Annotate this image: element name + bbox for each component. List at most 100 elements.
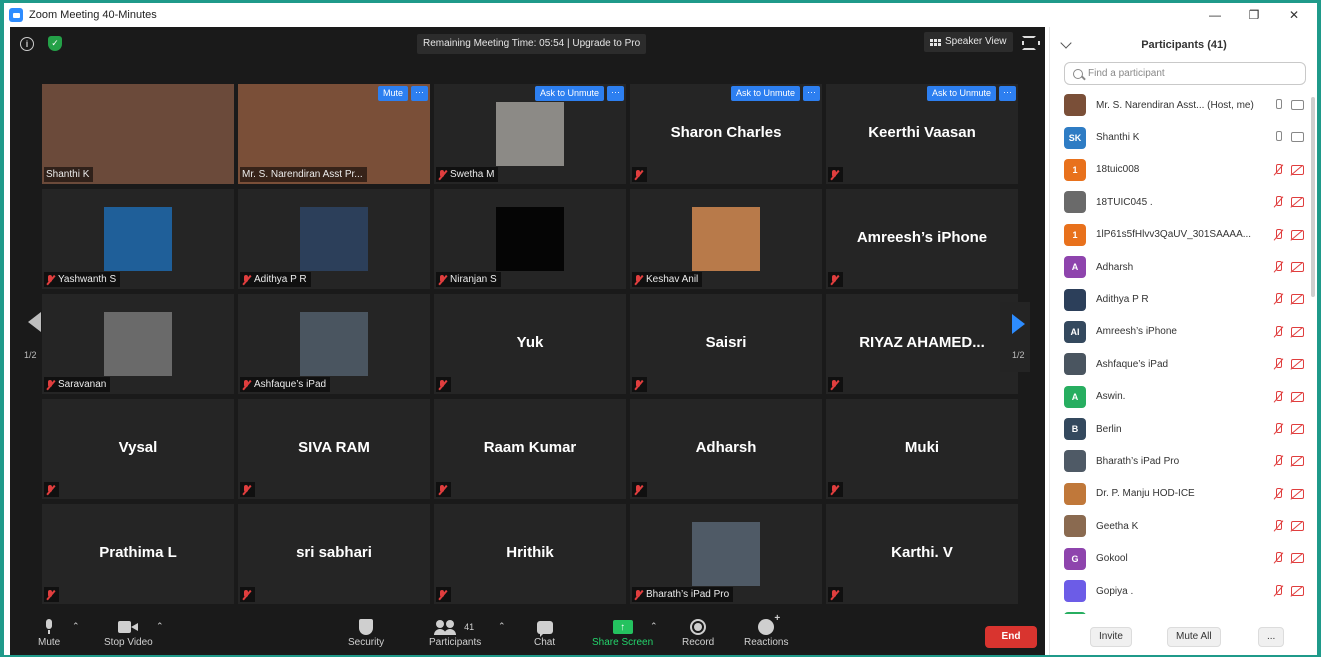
video-tile[interactable]: Keshav Anil — [630, 189, 822, 289]
video-tile[interactable]: Sharon Charles Ask to Unmute ··· — [630, 84, 822, 184]
participant-search-box[interactable] — [1064, 62, 1306, 85]
muted-mic-icon[interactable] — [1273, 552, 1283, 564]
video-tile[interactable]: Amreesh’s iPhone — [826, 189, 1018, 289]
video-tile[interactable]: Hrithik — [434, 504, 626, 604]
more-icon[interactable]: ··· — [411, 86, 428, 101]
fullscreen-icon[interactable] — [1022, 36, 1040, 50]
participant-row[interactable]: Adithya P R — [1050, 283, 1308, 315]
more-icon[interactable]: ··· — [607, 86, 624, 101]
participant-row[interactable]: 18TUIC045 . — [1050, 186, 1308, 218]
video-tile[interactable]: Saravanan — [42, 294, 234, 394]
muted-mic-icon[interactable] — [1273, 196, 1283, 208]
mute-all-button[interactable]: Mute All — [1167, 627, 1221, 647]
video-tile[interactable]: Mr. S. Narendiran Asst Pr... Mute ··· — [238, 84, 430, 184]
video-tile[interactable]: Yuk — [434, 294, 626, 394]
muted-mic-icon[interactable] — [1273, 422, 1283, 435]
participant-row[interactable]: B Berlin — [1050, 413, 1308, 445]
reactions-icon — [758, 613, 780, 635]
video-tile[interactable]: Adharsh — [630, 399, 822, 499]
ask-to-unmute-button[interactable]: Ask to Unmute — [534, 86, 604, 101]
video-tile[interactable]: Muki — [826, 399, 1018, 499]
ask-to-unmute-button[interactable]: Ask to Unmute — [926, 86, 996, 101]
mute-button[interactable]: Mute — [38, 617, 60, 648]
share-options-caret-icon[interactable]: ⌃ — [650, 621, 658, 632]
arrow-right-icon — [1012, 314, 1025, 334]
muted-mic-icon[interactable] — [1273, 358, 1283, 370]
muted-mic-icon[interactable] — [1273, 520, 1283, 532]
reactions-button[interactable]: Reactions — [744, 613, 788, 648]
speaker-view-button[interactable]: Speaker View — [924, 32, 1013, 52]
participant-list-scrollbar[interactable] — [1311, 97, 1315, 297]
video-tile[interactable]: Karthi. V — [826, 504, 1018, 604]
mic-icon[interactable] — [1273, 131, 1283, 143]
mute-participant-button[interactable]: Mute — [377, 86, 408, 101]
participants-label: Participants — [429, 637, 482, 648]
muted-mic-icon[interactable] — [1273, 390, 1283, 403]
participant-row[interactable]: A Adharsh — [1050, 251, 1308, 283]
video-tile[interactable]: Vysal — [42, 399, 234, 499]
video-tile[interactable]: Shanthi K — [42, 84, 234, 184]
stop-video-button[interactable]: Stop Video — [104, 617, 153, 648]
video-tile[interactable]: Niranjan S — [434, 189, 626, 289]
participant-row[interactable]: 1 18tuic008 — [1050, 154, 1308, 186]
video-tile[interactable]: Ashfaque’s iPad — [238, 294, 430, 394]
muted-mic-icon[interactable] — [1273, 228, 1283, 241]
video-tile[interactable]: Bharath’s iPad Pro — [630, 504, 822, 604]
video-tile[interactable]: Prathima L — [42, 504, 234, 604]
participant-row[interactable]: G Gokool — [1050, 542, 1308, 574]
close-icon[interactable]: ✕ — [1276, 3, 1312, 27]
previous-page-button[interactable]: 1/2 — [22, 302, 52, 372]
participant-row[interactable]: Gopiya . — [1050, 575, 1308, 607]
avatar: SK — [1064, 126, 1086, 149]
video-tile[interactable]: Saisri — [630, 294, 822, 394]
share-screen-button[interactable]: ↑ Share Screen — [592, 617, 653, 648]
participants-button[interactable]: 41 Participants — [429, 617, 481, 648]
video-tile[interactable]: SIVA RAM — [238, 399, 430, 499]
participant-row[interactable]: Bharath’s iPad Pro — [1050, 445, 1308, 477]
muted-mic-icon[interactable] — [1273, 260, 1283, 273]
end-meeting-button[interactable]: End — [985, 626, 1037, 648]
participant-row[interactable]: A Aswin. — [1050, 381, 1308, 413]
participant-row[interactable]: AI Amreesh’s iPhone — [1050, 316, 1308, 348]
encryption-shield-icon[interactable]: ✓ — [48, 36, 62, 51]
participant-row[interactable]: Mr. S. Narendiran Asst... (Host, me) — [1050, 89, 1308, 121]
muted-mic-icon[interactable] — [1273, 584, 1283, 597]
video-tile[interactable]: Keerthi Vaasan Ask to Unmute ··· — [826, 84, 1018, 184]
video-tile[interactable]: Adithya P R — [238, 189, 430, 289]
participant-display-name: Prathima L — [99, 544, 177, 561]
record-button[interactable]: Record — [682, 617, 714, 648]
more-options-button[interactable]: ... — [1258, 627, 1285, 647]
invite-button[interactable]: Invite — [1090, 627, 1132, 647]
participant-row[interactable] — [1050, 607, 1308, 614]
ask-to-unmute-button[interactable]: Ask to Unmute — [730, 86, 800, 101]
meeting-timer[interactable]: Remaining Meeting Time: 05:54 | Upgrade … — [417, 34, 647, 54]
more-icon[interactable]: ··· — [803, 86, 820, 101]
participant-row[interactable]: Geetha K — [1050, 510, 1308, 542]
video-options-caret-icon[interactable]: ⌃ — [156, 621, 164, 632]
muted-mic-icon[interactable] — [1273, 163, 1283, 176]
participant-row[interactable]: Ashfaque’s iPad — [1050, 348, 1308, 380]
info-icon[interactable]: i — [20, 37, 34, 51]
chat-button[interactable]: Chat — [534, 617, 555, 648]
video-tile[interactable]: Raam Kumar — [434, 399, 626, 499]
more-icon[interactable]: ··· — [999, 86, 1016, 101]
muted-mic-icon[interactable] — [1273, 325, 1283, 338]
participant-row[interactable]: SK Shanthi K — [1050, 121, 1308, 153]
maximize-icon[interactable]: ❐ — [1236, 3, 1272, 27]
participant-row[interactable]: Dr. P. Manju HOD-ICE — [1050, 478, 1308, 510]
minimize-icon[interactable]: — — [1197, 3, 1233, 27]
participant-row[interactable]: 1 1lP61s5fHlvv3QaUV_301SAAAA... — [1050, 219, 1308, 251]
muted-mic-icon[interactable] — [1273, 455, 1283, 467]
next-page-button[interactable]: 1/2 — [1000, 302, 1030, 372]
video-tile[interactable]: RIYAZ AHAMED... — [826, 294, 1018, 394]
muted-mic-icon[interactable] — [1273, 293, 1283, 305]
video-tile[interactable]: Yashwanth S — [42, 189, 234, 289]
muted-mic-icon[interactable] — [1273, 487, 1283, 500]
video-tile[interactable]: Swetha M Ask to Unmute ··· — [434, 84, 626, 184]
participants-options-caret-icon[interactable]: ⌃ — [498, 621, 506, 632]
audio-options-caret-icon[interactable]: ⌃ — [72, 621, 80, 632]
participant-search-input[interactable] — [1088, 68, 1288, 79]
video-tile[interactable]: sri sabhari — [238, 504, 430, 604]
security-button[interactable]: Security — [348, 617, 384, 648]
mic-icon[interactable] — [1273, 99, 1283, 111]
